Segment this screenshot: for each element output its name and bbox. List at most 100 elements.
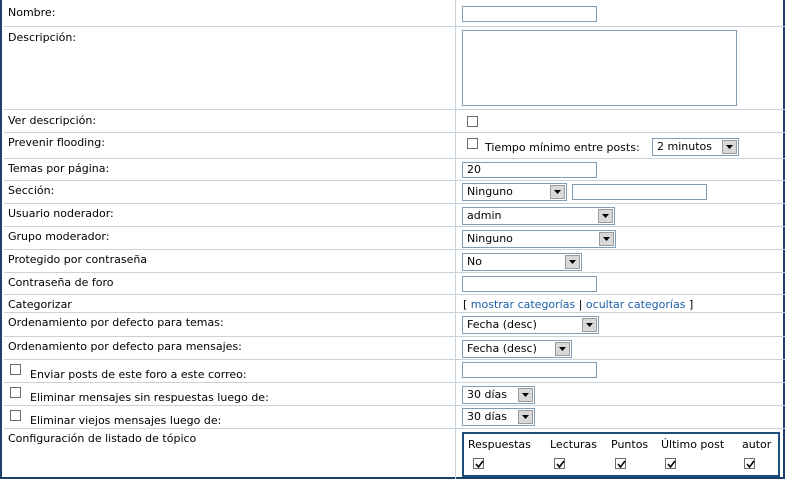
chevron-down-icon	[582, 318, 597, 332]
orden-temas-select[interactable]: Fecha (desc)	[462, 316, 599, 334]
contrasena-foro-label: Contraseña de foro	[8, 276, 114, 289]
row-nombre: Nombre:	[4, 0, 785, 26]
config-listado-box: Respuestas Lecturas Puntos Último post a…	[462, 432, 780, 477]
row-eliminar-sin-respuesta: Eliminar mensajes sin respuestas luego d…	[4, 382, 785, 405]
enviar-posts-checkbox[interactable]	[10, 364, 21, 375]
prevenir-flooding-label: Prevenir flooding:	[8, 136, 105, 149]
col-ultimo-post-checkbox[interactable]	[665, 458, 676, 469]
col-puntos-label: Puntos	[611, 438, 649, 451]
row-config-listado: Configuración de listado de tópico Respu…	[4, 428, 785, 479]
forum-settings-form: Nombre: Descripción: Ver descripción: Pr…	[0, 0, 785, 479]
orden-mensajes-label: Ordenamiento por defecto para mensajes:	[8, 340, 242, 353]
grupo-moderador-value: Ninguno	[467, 232, 513, 245]
row-prevenir-flooding: Prevenir flooding: Tiempo mínimo entre p…	[4, 132, 785, 158]
contrasena-foro-input[interactable]	[462, 276, 597, 292]
row-usuario-moderador: Usuario noderador: admin	[4, 203, 785, 226]
chevron-down-icon	[555, 342, 570, 356]
usuario-moderador-label: Usuario noderador:	[8, 207, 114, 220]
ocultar-categorias-link[interactable]: ocultar categorías	[586, 298, 686, 311]
ver-descripcion-label: Ver descripción:	[8, 114, 97, 127]
eliminar-sin-respuesta-checkbox[interactable]	[10, 387, 21, 398]
descripcion-textarea[interactable]	[462, 30, 737, 106]
col-lecturas-checkbox[interactable]	[554, 458, 565, 469]
row-eliminar-viejos: Eliminar viejos mensajes luego de: 30 dí…	[4, 405, 785, 428]
row-ver-descripcion: Ver descripción:	[4, 109, 785, 132]
column-divider	[455, 159, 456, 180]
grupo-moderador-label: Grupo moderador:	[8, 230, 110, 243]
seccion-select[interactable]: Ninguno	[462, 183, 567, 201]
col-autor-label: autor	[742, 438, 772, 451]
column-divider	[455, 227, 456, 249]
ver-descripcion-checkbox[interactable]	[467, 116, 478, 127]
chevron-down-icon	[550, 185, 565, 199]
row-protegido: Protegido por contraseña No	[4, 249, 785, 272]
col-respuestas-checkbox[interactable]	[473, 458, 484, 469]
orden-mensajes-value: Fecha (desc)	[467, 342, 537, 355]
chevron-down-icon	[565, 255, 580, 269]
nombre-label: Nombre:	[8, 6, 56, 19]
eliminar-sin-respuesta-value: 30 días	[467, 388, 508, 401]
column-divider	[455, 133, 456, 158]
open-bracket: [	[463, 298, 468, 311]
tiempo-minimo-select[interactable]: 2 minutos	[652, 138, 739, 156]
protegido-value: No	[467, 255, 482, 268]
config-listado-label: Configuración de listado de tópico	[8, 432, 197, 445]
orden-temas-value: Fecha (desc)	[467, 318, 537, 331]
eliminar-viejos-select[interactable]: 30 días	[462, 408, 535, 426]
chevron-down-icon	[598, 209, 613, 223]
column-divider	[455, 295, 456, 312]
temas-por-pagina-input[interactable]: 20	[462, 162, 597, 178]
chevron-down-icon	[518, 410, 533, 424]
temas-por-pagina-label: Temas por página:	[8, 162, 110, 175]
seccion-select-value: Ninguno	[467, 185, 513, 198]
eliminar-viejos-checkbox[interactable]	[10, 410, 21, 421]
protegido-select[interactable]: No	[462, 253, 582, 271]
mostrar-categorias-link[interactable]: mostrar categorías	[471, 298, 575, 311]
row-seccion: Sección: Ninguno	[4, 180, 785, 203]
orden-temas-label: Ordenamiento por defecto para temas:	[8, 316, 224, 329]
chevron-down-icon	[599, 232, 614, 246]
enviar-posts-input[interactable]	[462, 362, 597, 378]
chevron-down-icon	[722, 140, 737, 154]
separator: |	[578, 298, 583, 311]
row-temas-por-pagina: Temas por página: 20	[4, 158, 785, 180]
column-divider	[455, 181, 456, 203]
prevenir-flooding-checkbox[interactable]	[467, 138, 478, 149]
column-divider	[455, 0, 456, 26]
row-categorizar: Categorizar [ mostrar categorías | ocult…	[4, 294, 785, 312]
orden-mensajes-select[interactable]: Fecha (desc)	[462, 340, 572, 358]
eliminar-viejos-label: Eliminar viejos mensajes luego de:	[30, 414, 222, 427]
column-divider	[455, 383, 456, 405]
usuario-moderador-select[interactable]: admin	[462, 207, 615, 225]
close-bracket: ]	[688, 298, 694, 311]
row-grupo-moderador: Grupo moderador: Ninguno	[4, 226, 785, 249]
protegido-label: Protegido por contraseña	[8, 253, 148, 266]
row-orden-mensajes: Ordenamiento por defecto para mensajes: …	[4, 336, 785, 359]
tiempo-minimo-value: 2 minutos	[657, 140, 712, 153]
column-divider	[455, 337, 456, 359]
column-divider	[455, 250, 456, 272]
eliminar-sin-respuesta-label: Eliminar mensajes sin respuestas luego d…	[30, 391, 269, 404]
column-divider	[455, 273, 456, 294]
col-autor-checkbox[interactable]	[744, 458, 755, 469]
column-divider	[455, 204, 456, 226]
row-contrasena-foro: Contraseña de foro	[4, 272, 785, 294]
column-divider	[455, 406, 456, 428]
chevron-down-icon	[518, 388, 533, 402]
tiempo-minimo-label: Tiempo mínimo entre posts:	[485, 141, 640, 154]
seccion-text-input[interactable]	[572, 184, 707, 200]
categorizar-label: Categorizar	[8, 298, 72, 311]
seccion-label: Sección:	[8, 184, 55, 197]
col-puntos-checkbox[interactable]	[615, 458, 626, 469]
column-divider	[455, 429, 456, 479]
grupo-moderador-select[interactable]: Ninguno	[462, 230, 616, 248]
eliminar-sin-respuesta-select[interactable]: 30 días	[462, 386, 535, 404]
categorizar-links: [ mostrar categorías | ocultar categoría…	[463, 298, 693, 311]
column-divider	[455, 27, 456, 109]
row-enviar-posts: Enviar posts de este foro a este correo:	[4, 359, 785, 382]
eliminar-viejos-value: 30 días	[467, 410, 508, 423]
nombre-input[interactable]	[462, 6, 597, 22]
row-orden-temas: Ordenamiento por defecto para temas: Fec…	[4, 312, 785, 336]
row-descripcion: Descripción:	[4, 26, 785, 109]
col-ultimo-post-label: Último post	[661, 438, 725, 451]
